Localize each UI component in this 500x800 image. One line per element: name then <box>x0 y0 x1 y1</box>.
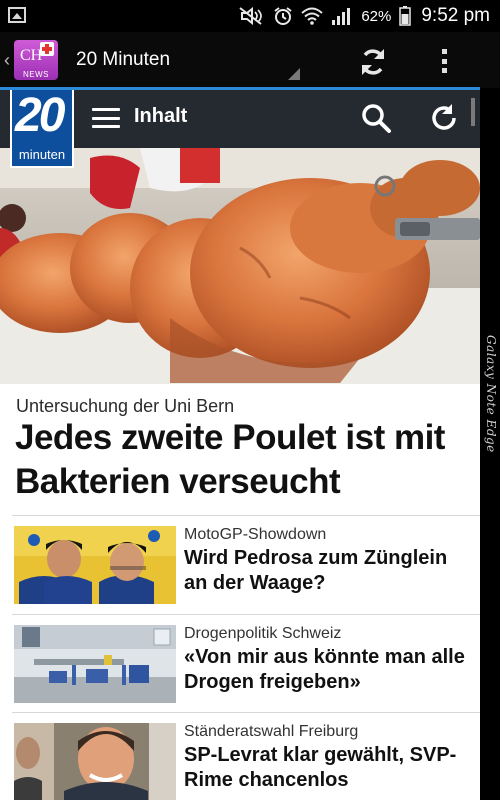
edge-label: Galaxy Note Edge <box>484 335 498 453</box>
refresh-icon[interactable] <box>357 46 389 78</box>
back-chevron-icon[interactable]: ‹ <box>4 50 10 71</box>
search-icon[interactable] <box>360 102 392 134</box>
article-item[interactable]: MotoGP-Showdown Wird Pedrosa zum Zünglei… <box>12 516 480 604</box>
app-title[interactable]: 20 Minuten <box>76 49 170 71</box>
app-logo-text: CH <box>20 47 43 64</box>
spinner-indicator-icon[interactable] <box>288 68 300 80</box>
status-icons: 62% 9:52 pm <box>239 0 490 32</box>
menu-label[interactable]: Inhalt <box>134 105 187 128</box>
lead-kicker[interactable]: Untersuchung der Uni Bern <box>16 396 234 417</box>
clock: 9:52 pm <box>421 5 490 26</box>
overflow-menu-icon[interactable] <box>434 46 454 76</box>
reload-icon[interactable] <box>428 102 460 134</box>
app-logo[interactable]: CH NEWS <box>14 40 58 80</box>
site-logo-label: minuten <box>18 147 66 162</box>
battery-percent: 62% <box>361 7 392 25</box>
hero-image[interactable] <box>0 148 480 384</box>
scrollbar-thumb[interactable] <box>471 98 475 126</box>
article-category: Ständeratswahl Freiburg <box>184 723 359 740</box>
article-title[interactable]: «Von mir aus könnte man alle Drogen frei… <box>184 645 474 695</box>
article-title[interactable]: SP-Levrat klar gewählt, SVP-Rime chancen… <box>184 743 474 793</box>
app-logo-subtext: NEWS <box>23 70 49 79</box>
gallery-icon <box>8 7 26 23</box>
status-bar: 62% 9:52 pm <box>0 0 500 32</box>
site-logo-number: 20 <box>15 90 65 142</box>
site-logo[interactable]: 20 minuten <box>10 90 74 168</box>
mute-icon <box>239 7 263 25</box>
wifi-icon <box>301 7 323 25</box>
article-category: Drogenpolitik Schweiz <box>184 625 342 642</box>
app-action-bar: ‹ CH NEWS 20 Minuten <box>0 32 500 88</box>
battery-icon <box>399 6 412 26</box>
article-title[interactable]: Wird Pedrosa zum Zünglein an der Waage? <box>184 546 474 596</box>
article-item[interactable]: Drogenpolitik Schweiz «Von mir aus könnt… <box>12 615 480 703</box>
article-thumbnail[interactable] <box>14 625 176 703</box>
lead-headline[interactable]: Jedes zweite Poulet ist mit Bakterien ve… <box>15 416 465 504</box>
article-thumbnail[interactable] <box>14 526 176 604</box>
article-thumbnail[interactable] <box>14 723 176 800</box>
site-content: Inhalt 20 minuten Untersuchung der Uni B… <box>0 90 480 800</box>
article-category: MotoGP-Showdown <box>184 526 327 543</box>
signal-icon <box>332 8 351 25</box>
hamburger-menu-icon[interactable] <box>92 108 120 128</box>
article-item[interactable]: Ständeratswahl Freiburg SP-Levrat klar g… <box>12 713 480 800</box>
alarm-icon <box>274 7 292 25</box>
